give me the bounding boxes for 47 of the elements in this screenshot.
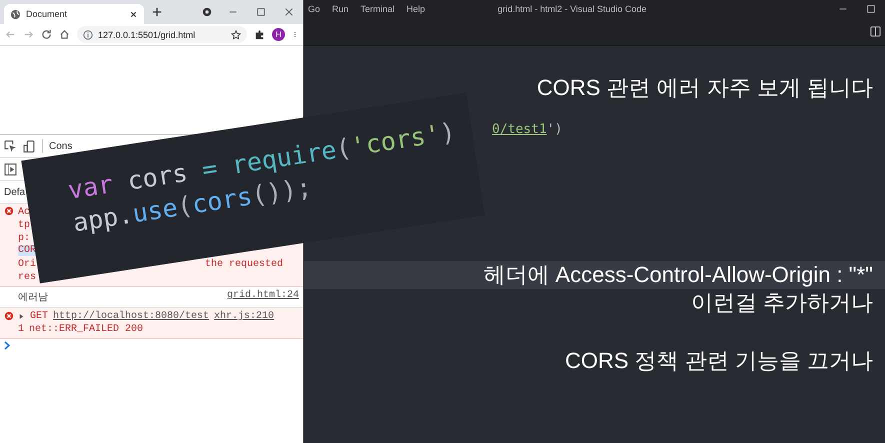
expand-triangle-icon[interactable] (18, 313, 25, 320)
maximize-icon[interactable] (866, 4, 876, 14)
caption-text: 이런걸 추가하거나 (690, 289, 874, 317)
caption-text: CORS 관련 에러 자주 보게 됩니다 (536, 74, 874, 102)
error-text: res (18, 272, 36, 283)
error-text: Ori (18, 259, 36, 270)
address-bar[interactable]: 127.0.0.1:5501/grid.html (77, 26, 247, 43)
caption-text: CORS 정책 관련 기능을 끄거나 (564, 347, 874, 375)
close-icon[interactable] (129, 10, 138, 18)
source-link[interactable]: xhr.js:210 (214, 311, 274, 322)
source-link[interactable]: grid.html:24 (226, 290, 299, 304)
menu-item[interactable]: Run (332, 4, 349, 14)
browser-tab[interactable]: Document (4, 4, 144, 24)
error-text: Ac (18, 207, 30, 218)
error-text: tp (18, 220, 30, 231)
menu-item[interactable]: Go (308, 4, 320, 14)
menu-item[interactable]: Help (406, 4, 426, 14)
request-method: GET (30, 311, 48, 322)
inspect-icon[interactable] (4, 140, 17, 152)
sidebar-toggle-icon[interactable] (4, 162, 17, 176)
split-editor-icon[interactable] (870, 26, 881, 36)
caption-text: 헤더에 Access-Control-Allow-Origin : "*" (304, 261, 885, 289)
error-text: p: (18, 233, 30, 244)
log-level-filter[interactable]: Defa (4, 186, 26, 198)
info-icon (83, 30, 93, 40)
globe-icon (10, 8, 21, 20)
close-icon[interactable] (284, 7, 294, 17)
code-text: 0/test1') (492, 122, 562, 137)
record-icon[interactable] (202, 7, 212, 17)
error-detail: net::ERR_FAILED 200 (29, 324, 144, 335)
error-text: the requested (204, 259, 283, 270)
menu-item[interactable]: Terminal (360, 4, 395, 14)
error-icon (4, 206, 14, 216)
home-icon[interactable] (59, 29, 70, 40)
window-title: grid.html - html2 - Visual Studio Code (496, 4, 648, 14)
reload-icon[interactable] (41, 29, 52, 40)
plus-icon[interactable] (152, 7, 162, 17)
repeat-count: 1 (18, 324, 24, 335)
log-message: 에러남 (18, 292, 48, 304)
star-icon[interactable] (231, 30, 241, 40)
request-url[interactable]: http://localhost:8080/test (53, 311, 210, 322)
profile-avatar[interactable]: H (272, 28, 285, 41)
devtools-tab[interactable]: Cons (49, 140, 72, 152)
error-icon (4, 311, 14, 321)
device-icon[interactable] (23, 140, 36, 152)
maximize-icon[interactable] (256, 7, 266, 17)
puzzle-icon[interactable] (254, 29, 265, 40)
